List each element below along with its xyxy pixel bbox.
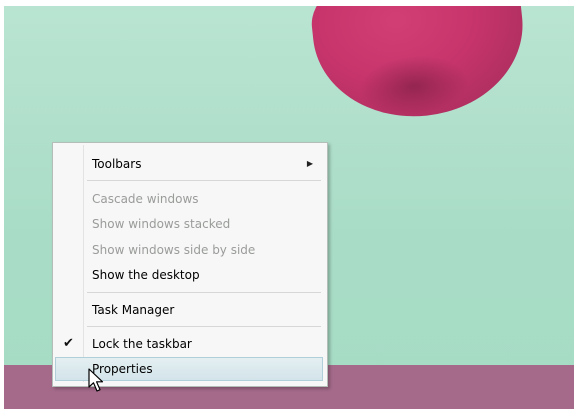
triangle-right-icon: ▶	[306, 159, 313, 168]
menu-separator	[87, 326, 321, 327]
menu-item-cascade-windows: Cascade windows	[55, 187, 323, 211]
menu-item-show-windows-stacked: Show windows stacked	[55, 212, 323, 236]
menu-item-label: Show windows stacked	[92, 217, 231, 231]
menu-item-task-manager[interactable]: Task Manager	[55, 298, 323, 322]
menu-separator	[87, 180, 321, 181]
menu-item-toolbars[interactable]: Toolbars ▶	[55, 152, 323, 176]
menu-item-label: Show the desktop	[92, 268, 200, 282]
menu-item-label: Cascade windows	[92, 192, 199, 206]
mouse-pointer-icon	[88, 368, 104, 392]
menu-item-label: Show windows side by side	[92, 243, 256, 257]
menu-item-show-windows-side-by-side: Show windows side by side	[55, 238, 323, 262]
menu-item-lock-the-taskbar[interactable]: ✔ Lock the taskbar	[55, 332, 323, 356]
taskbar-context-menu: Toolbars ▶ Cascade windows Show windows …	[52, 142, 328, 387]
menu-item-label: Toolbars	[92, 157, 142, 171]
wallpaper-shadow	[356, 50, 472, 122]
menu-item-show-the-desktop[interactable]: Show the desktop	[55, 263, 323, 287]
menu-item-label: Lock the taskbar	[92, 337, 192, 351]
checkmark-icon: ✔	[63, 336, 74, 351]
menu-separator	[87, 292, 321, 293]
menu-item-label: Task Manager	[92, 303, 175, 317]
